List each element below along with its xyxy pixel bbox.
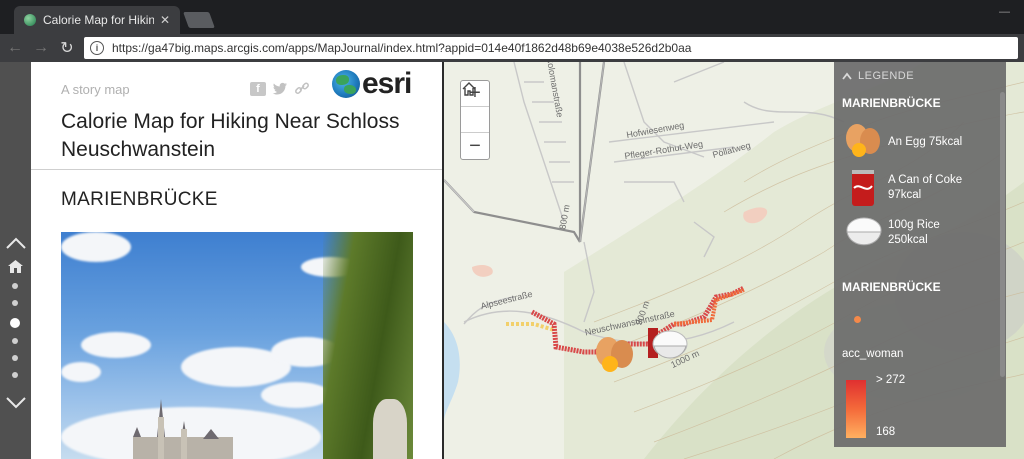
esri-logo[interactable]: esri bbox=[332, 67, 412, 100]
legend-scrollbar[interactable] bbox=[1000, 92, 1005, 377]
section-dot[interactable] bbox=[12, 283, 18, 289]
story-panel: A story map f esri Calorie Map for Hikin… bbox=[31, 62, 442, 459]
legend-item-rice: 100g Rice 250kcal bbox=[844, 213, 940, 253]
color-ramp bbox=[846, 380, 866, 438]
browser-tabbar: Calorie Map for Hiking N ✕ — bbox=[0, 0, 1024, 34]
legend-header[interactable]: LEGENDE bbox=[842, 70, 914, 82]
legend-item-label: 100g Rice 250kcal bbox=[888, 219, 940, 246]
section-dot[interactable] bbox=[12, 372, 18, 378]
chevron-up-icon[interactable] bbox=[842, 72, 852, 80]
legend-layer-title: MARIENBRÜCKE bbox=[842, 280, 941, 294]
facebook-icon[interactable]: f bbox=[250, 82, 266, 96]
address-bar[interactable]: i https://ga47big.maps.arcgis.com/apps/M… bbox=[84, 37, 1018, 59]
home-icon[interactable] bbox=[8, 260, 23, 273]
browser-navbar: ← → ↻ i https://ga47big.maps.arcgis.com/… bbox=[0, 34, 1024, 62]
neuschwanstein-photo bbox=[61, 232, 413, 459]
rock-face bbox=[373, 399, 407, 459]
home-icon bbox=[462, 82, 476, 96]
section-title: MARIENBRÜCKE bbox=[61, 189, 218, 210]
link-icon[interactable] bbox=[294, 82, 310, 96]
chevron-down-icon[interactable] bbox=[5, 394, 27, 412]
story-header: A story map f esri Calorie Map for Hikin… bbox=[31, 62, 442, 170]
rice-marker-icon[interactable] bbox=[648, 328, 688, 364]
section-dot[interactable] bbox=[12, 300, 18, 306]
legend-field-name: acc_woman bbox=[842, 348, 904, 360]
window-minimize-icon[interactable]: — bbox=[999, 6, 1010, 18]
section-dot[interactable] bbox=[12, 355, 18, 361]
arcgis-favicon-icon bbox=[24, 14, 36, 26]
back-arrow-icon[interactable]: ← bbox=[4, 37, 26, 59]
legend-item-egg: An Egg 75kcal bbox=[844, 122, 962, 162]
section-dot[interactable] bbox=[12, 338, 18, 344]
castle-silhouette bbox=[133, 399, 233, 459]
forward-arrow-icon[interactable]: → bbox=[30, 37, 52, 59]
legend-panel: LEGENDE MARIENBRÜCKE An Egg 75kcal A Can… bbox=[834, 62, 1006, 447]
route-point-symbol bbox=[854, 316, 861, 323]
url-text: https://ga47big.maps.arcgis.com/apps/Map… bbox=[112, 41, 692, 55]
esri-globe-icon bbox=[332, 70, 360, 98]
tab-close-icon[interactable]: ✕ bbox=[160, 13, 170, 27]
legend-layer-title: MARIENBRÜCKE bbox=[842, 96, 941, 110]
egg-marker-icon[interactable] bbox=[594, 334, 638, 374]
browser-tab-active[interactable]: Calorie Map for Hiking N ✕ bbox=[14, 6, 180, 34]
section-dot-active[interactable] bbox=[10, 318, 20, 328]
chevron-up-icon[interactable] bbox=[5, 234, 27, 252]
ramp-min-label: 168 bbox=[876, 426, 896, 438]
legend-item-label: A Can of Coke 97kcal bbox=[888, 174, 963, 201]
tab-title: Calorie Map for Hiking N bbox=[43, 13, 154, 27]
twitter-icon[interactable] bbox=[272, 82, 288, 96]
story-title: Calorie Map for Hiking Near Schloss Neus… bbox=[61, 110, 400, 161]
zoom-control: + − bbox=[460, 80, 490, 160]
esri-wordmark: esri bbox=[362, 67, 412, 100]
legend-title: LEGENDE bbox=[858, 70, 915, 82]
rice-bowl-icon bbox=[846, 217, 882, 246]
egg-icon bbox=[846, 124, 880, 157]
story-map-label: A story map bbox=[61, 82, 130, 97]
home-extent-button[interactable] bbox=[461, 82, 489, 133]
new-tab-button[interactable] bbox=[183, 12, 215, 28]
section-navigation bbox=[0, 62, 31, 459]
zoom-out-button[interactable]: − bbox=[461, 133, 489, 159]
coke-can-icon bbox=[852, 170, 874, 206]
legend-item-coke: A Can of Coke 97kcal bbox=[844, 168, 962, 208]
legend-item-label: An Egg 75kcal bbox=[888, 135, 963, 148]
ramp-max-label: > 272 bbox=[876, 374, 906, 386]
site-info-icon[interactable]: i bbox=[90, 41, 104, 55]
reload-icon[interactable]: ↻ bbox=[56, 37, 78, 59]
